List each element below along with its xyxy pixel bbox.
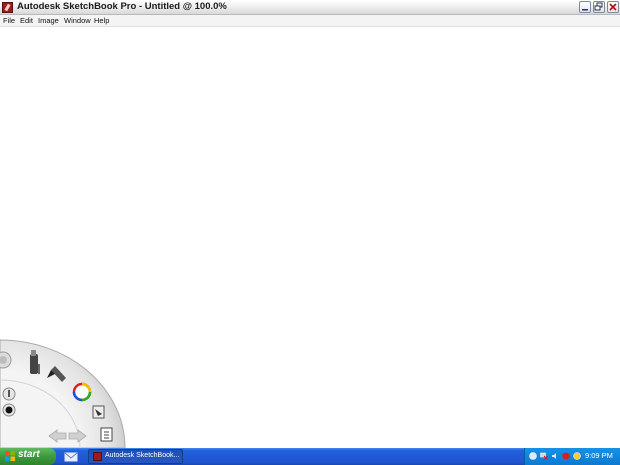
minimize-icon [582, 9, 588, 11]
security-shield-icon[interactable] [562, 452, 570, 460]
menu-file[interactable]: File [3, 16, 15, 25]
menu-help[interactable]: Help [94, 16, 109, 25]
task-label: Autodesk SketchBook... [105, 452, 180, 459]
volume-icon[interactable] [551, 452, 559, 460]
update-icon[interactable] [573, 452, 581, 460]
minimize-button[interactable] [579, 1, 591, 13]
clock: 9:09 PM [585, 451, 613, 460]
brush-dot-icon[interactable] [2, 403, 16, 417]
start-button[interactable]: start [0, 448, 56, 465]
menu-edit[interactable]: Edit [20, 16, 33, 25]
close-icon [609, 3, 617, 11]
lagoon-menu-icon[interactable] [0, 351, 12, 369]
restore-button[interactable] [593, 1, 605, 13]
layer-icon[interactable] [92, 405, 105, 419]
color-wheel-icon[interactable] [72, 382, 92, 402]
restore-icon [594, 2, 603, 11]
windows-logo-icon [5, 451, 15, 461]
screen: Autodesk SketchBook Pro - Untitled @ 100… [0, 0, 620, 465]
start-label: start [18, 449, 40, 460]
sketchbook-app-icon[interactable] [2, 2, 13, 13]
lagoon-toolbar [0, 339, 126, 448]
taskbar: start Autodesk SketchBook... 9:09 PM [0, 448, 620, 465]
help-icon[interactable] [529, 452, 537, 460]
document-icon[interactable] [100, 427, 113, 442]
close-button[interactable] [607, 1, 619, 13]
menu-image[interactable]: Image [38, 16, 59, 25]
window-title: Autodesk SketchBook Pro - Untitled @ 100… [17, 1, 227, 12]
title-bar[interactable]: Autodesk SketchBook Pro - Untitled @ 100… [0, 0, 620, 15]
network-icon[interactable] [540, 452, 548, 460]
brush-size-icon[interactable] [2, 387, 16, 401]
mail-icon[interactable] [64, 451, 78, 462]
menu-bar: File Edit Image Window Help [0, 15, 620, 27]
system-tray: 9:09 PM [524, 448, 620, 465]
menu-window[interactable]: Window [64, 16, 91, 25]
taskbar-item-sketchbook[interactable]: Autodesk SketchBook... [88, 449, 183, 464]
sketchbook-task-icon [93, 452, 102, 461]
